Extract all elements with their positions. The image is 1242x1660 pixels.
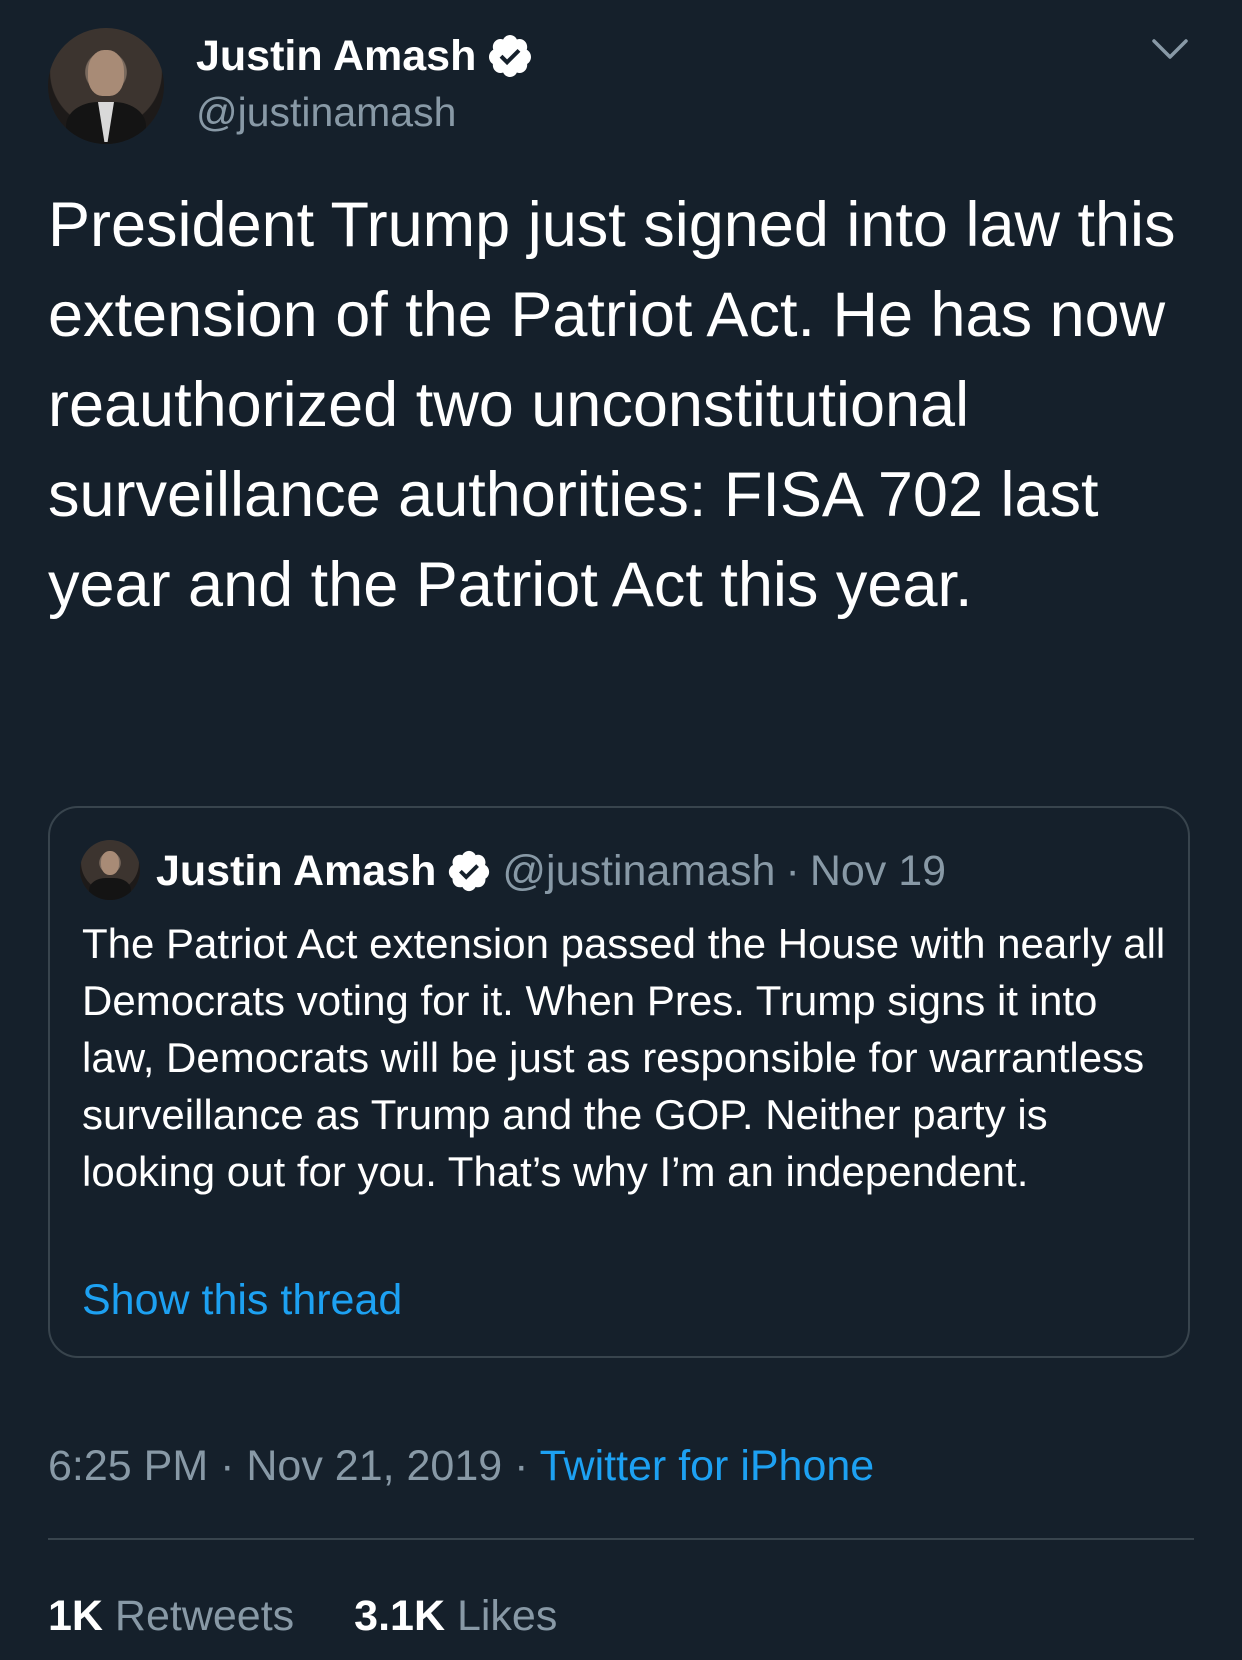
quoted-author-name: Justin Amash bbox=[156, 846, 437, 895]
quoted-author-avatar bbox=[80, 840, 140, 900]
author-name[interactable]: Justin Amash bbox=[196, 30, 534, 82]
tweet-date: Nov 21, 2019 bbox=[246, 1442, 503, 1490]
retweets-label: Retweets bbox=[114, 1592, 295, 1640]
verified-badge-icon bbox=[489, 35, 532, 77]
tweet-meta: 6:25 PM · Nov 21, 2019 · Twitter for iPh… bbox=[48, 1440, 874, 1492]
show-thread-link[interactable]: Show this thread bbox=[82, 1274, 402, 1326]
quoted-tweet-date: Nov 19 bbox=[809, 846, 947, 895]
author-name-text: Justin Amash bbox=[196, 32, 477, 80]
likes-stat[interactable]: 3.1K Likes bbox=[354, 1590, 557, 1642]
chevron-down-icon[interactable] bbox=[1150, 36, 1190, 62]
tweet-time: 6:25 PM bbox=[48, 1442, 209, 1490]
verified-badge-icon bbox=[449, 850, 490, 892]
tweet-text: President Trump just signed into law thi… bbox=[48, 190, 1176, 620]
quoted-author-handle: @justinamash bbox=[502, 846, 776, 895]
separator-dot: · bbox=[514, 1442, 529, 1490]
tweet-stats: 1K Retweets 3.1K Likes bbox=[48, 1590, 557, 1642]
likes-label: Likes bbox=[456, 1592, 558, 1640]
author-avatar[interactable] bbox=[48, 28, 164, 144]
quoted-tweet-header: Justin Amash @justinamash · Nov 19 bbox=[156, 843, 946, 899]
likes-count: 3.1K bbox=[354, 1592, 446, 1640]
retweets-stat[interactable]: 1K Retweets bbox=[48, 1590, 294, 1642]
tweet-source-link[interactable]: Twitter for iPhone bbox=[540, 1442, 875, 1490]
divider bbox=[48, 1538, 1194, 1540]
separator-dot: · bbox=[785, 846, 800, 895]
quoted-tweet-text: The Patriot Act extension passed the Hou… bbox=[82, 920, 1166, 1195]
author-handle[interactable]: @justinamash bbox=[196, 88, 456, 136]
separator-dot: · bbox=[220, 1442, 235, 1490]
retweets-count: 1K bbox=[48, 1592, 103, 1640]
